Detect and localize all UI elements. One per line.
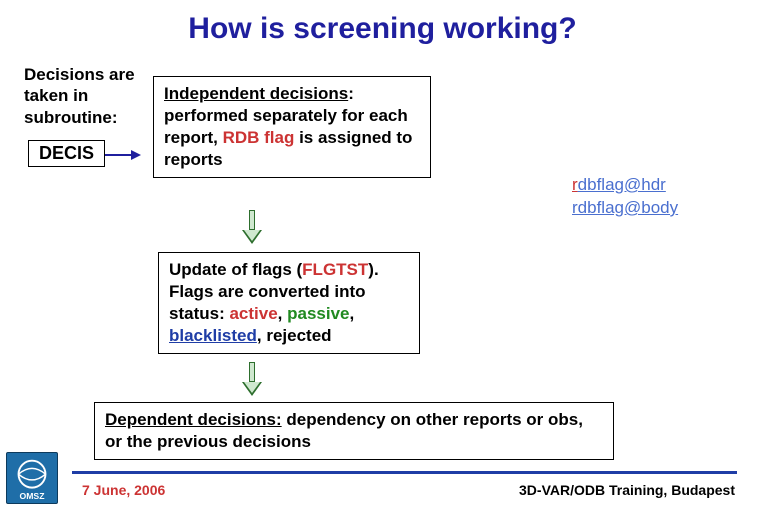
sep2: , bbox=[350, 304, 355, 323]
independent-decisions-box: Independent decisions: performed separat… bbox=[153, 76, 431, 178]
link-rdbflag-hdr[interactable]: rdbflag@hdr bbox=[572, 175, 666, 195]
link1-rest: dbflag@hdr bbox=[578, 175, 666, 194]
decis-box: DECIS bbox=[28, 140, 105, 167]
footer-date: 7 June, 2006 bbox=[82, 482, 165, 498]
box3-lead: Dependent decisions: bbox=[105, 410, 282, 429]
footer-divider bbox=[72, 471, 737, 474]
box2-t1: Update of flags ( bbox=[169, 260, 302, 279]
svg-text:OMSZ: OMSZ bbox=[20, 491, 46, 501]
omsz-logo-icon: OMSZ bbox=[6, 452, 58, 504]
arrow-down-icon bbox=[242, 210, 262, 244]
box1-lead: Independent decisions bbox=[164, 84, 348, 103]
arrow-down-icon bbox=[242, 362, 262, 396]
sep1: , bbox=[278, 304, 287, 323]
status-passive: passive bbox=[287, 304, 349, 323]
dependent-decisions-box: Dependent decisions: dependency on other… bbox=[94, 402, 614, 460]
sep3: , bbox=[257, 326, 266, 345]
slide-title: How is screening working? bbox=[0, 12, 765, 46]
rdb-flag-text: RDB flag bbox=[223, 128, 295, 147]
flgtst-text: FLGTST bbox=[302, 260, 368, 279]
status-rejected: rejected bbox=[266, 326, 331, 345]
status-active: active bbox=[229, 304, 277, 323]
intro-text: Decisions are taken in subroutine: bbox=[24, 64, 154, 128]
footer-event: 3D-VAR/ODB Training, Budapest bbox=[519, 482, 735, 498]
link-rdbflag-body[interactable]: rdbflag@body bbox=[572, 198, 678, 218]
status-blacklisted: blacklisted bbox=[169, 326, 257, 345]
arrow-right-icon bbox=[105, 150, 145, 160]
update-flags-box: Update of flags (FLGTST). Flags are conv… bbox=[158, 252, 420, 354]
